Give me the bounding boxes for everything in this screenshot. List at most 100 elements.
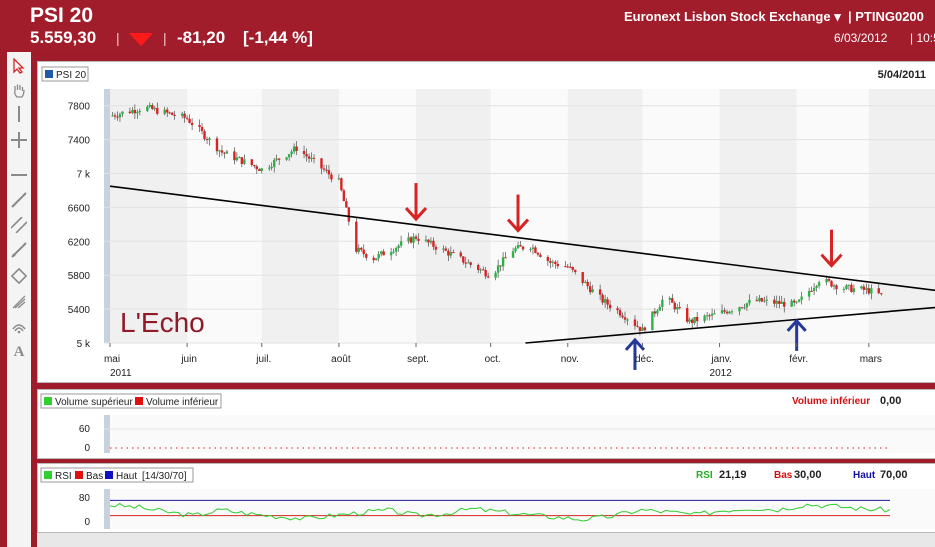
candle-body <box>720 310 724 314</box>
candle-body <box>626 319 629 321</box>
y-tick-label: 7400 <box>68 136 91 147</box>
candle-body <box>494 272 497 278</box>
candle-body <box>268 167 271 169</box>
month-band <box>110 89 188 343</box>
candle-body <box>870 288 873 294</box>
x-tick-label: déc. <box>635 354 654 365</box>
candle-body <box>755 299 759 301</box>
candle-body <box>832 285 836 287</box>
volume-chart[interactable]: Volume supérieur Volume inférieur Volume… <box>38 390 935 458</box>
candle-body <box>243 159 246 164</box>
candle-body <box>616 308 619 311</box>
separator: | <box>116 30 120 46</box>
low-readout-value: 30,00 <box>794 469 822 481</box>
last-price: 5.559,30 <box>30 28 97 47</box>
x-tick-label: mars <box>860 354 882 365</box>
candle-body <box>330 174 333 180</box>
candle-body <box>773 299 776 304</box>
price-chart[interactable]: 7800 7400 7 k 6600 6200 5800 5400 5 k mai juin ju… <box>38 62 935 382</box>
candle-body <box>322 168 326 170</box>
instrument-title: PSI 20 <box>30 4 94 27</box>
candle-body <box>678 307 681 309</box>
candle-body <box>877 288 880 294</box>
year-label: 2012 <box>710 368 733 379</box>
candle-body <box>407 237 410 242</box>
candle-body <box>618 310 622 316</box>
y-tick-label: 5 k <box>77 339 91 350</box>
hand-icon[interactable] <box>9 80 29 100</box>
candle-body <box>305 154 308 157</box>
candle-body <box>260 168 263 171</box>
low-legend-label: Bas <box>86 471 103 482</box>
exchange-dropdown[interactable]: Euronext Lisbon Stock Exchange ▾ <box>624 9 841 25</box>
candle-body <box>477 264 480 271</box>
x-tick-label: mai <box>104 354 120 365</box>
rsi-readout-value: 21,19 <box>719 469 747 481</box>
horizontal-scrollbar[interactable] <box>37 533 935 547</box>
wave-icon[interactable] <box>9 317 29 337</box>
month-band <box>416 89 491 343</box>
candle-body <box>812 287 816 292</box>
candle-body <box>342 190 346 202</box>
candle-body <box>133 109 137 114</box>
rectangle-icon[interactable] <box>9 266 29 286</box>
candle-body <box>551 261 555 263</box>
candle-body <box>233 151 236 161</box>
rsi-readout-label: RSI <box>696 470 713 481</box>
candle-body <box>163 109 166 114</box>
candle-body <box>703 315 706 322</box>
candle-body <box>302 150 306 155</box>
candle-body <box>830 280 833 287</box>
vertical-line-icon[interactable] <box>9 104 29 124</box>
candle-body <box>758 297 761 301</box>
candle-body <box>516 245 520 249</box>
text-tool-icon[interactable]: A <box>9 342 29 362</box>
price-change: -81,20 <box>177 28 226 47</box>
trend-line-icon[interactable] <box>9 190 29 210</box>
candle-body <box>340 178 343 191</box>
volume-up-swatch <box>44 397 52 405</box>
candle-body <box>153 107 156 109</box>
candle-body <box>287 154 291 158</box>
candle-body <box>651 311 654 331</box>
rsi-chart[interactable]: RSI Bas Haut [14/30/70] RSI 21,19 Bas 30… <box>38 464 935 532</box>
parallel-lines-icon[interactable] <box>9 215 29 235</box>
candle-body <box>529 248 532 250</box>
candle-body <box>215 138 219 152</box>
fibonacci-icon[interactable] <box>9 240 29 260</box>
candle-body <box>432 240 435 247</box>
candle-body <box>583 281 587 283</box>
lecho-logo: L'Echo <box>120 307 205 338</box>
candle-body <box>185 117 189 119</box>
pointer-icon[interactable] <box>9 56 29 76</box>
candle-body <box>148 104 152 107</box>
candle-body <box>208 138 211 140</box>
candle-body <box>566 266 569 268</box>
candle-body <box>467 262 470 264</box>
candle-body <box>713 313 716 315</box>
candle-body <box>643 327 647 331</box>
candle-body <box>554 261 557 264</box>
candle-body <box>581 272 584 283</box>
down-triangle-icon <box>129 33 153 46</box>
isin-code: | PTING0200 <box>848 9 924 24</box>
candle-body <box>442 248 445 250</box>
volume-tick-label: 60 <box>79 424 91 435</box>
candle-body <box>253 165 256 167</box>
crosshair-icon[interactable] <box>9 130 29 150</box>
freehand-icon[interactable] <box>9 292 29 312</box>
candle-body <box>116 116 119 118</box>
candle-body <box>434 246 438 250</box>
candle-body <box>427 239 430 243</box>
y-tick-label: 5800 <box>68 271 91 282</box>
candle-body <box>190 122 194 126</box>
legend-label: PSI 20 <box>56 70 86 81</box>
candle-body <box>641 327 644 331</box>
volume-down-label: Volume inférieur <box>146 397 219 408</box>
candle-body <box>778 300 781 304</box>
candle-body <box>205 139 209 141</box>
horizontal-line-icon[interactable] <box>9 165 29 185</box>
candle-body <box>847 284 851 286</box>
candle-body <box>571 267 574 270</box>
candle-body <box>240 157 244 164</box>
